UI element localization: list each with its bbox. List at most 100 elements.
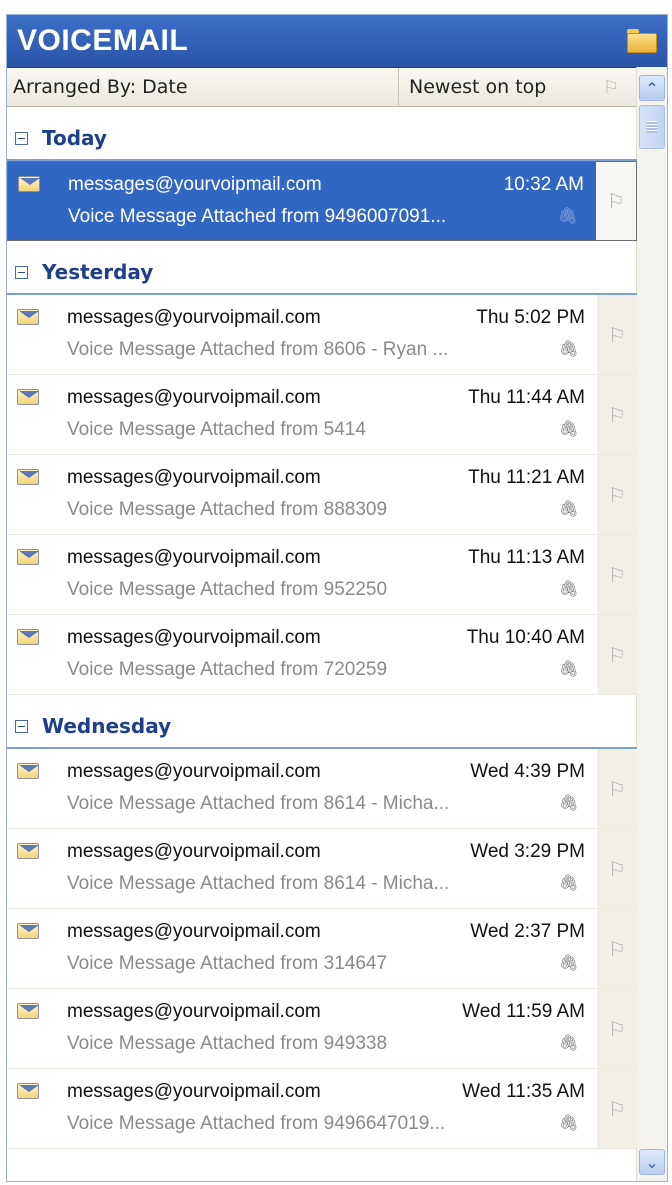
message-from: messages@yourvoipmail.com [67,467,321,488]
group-header-wednesday[interactable]: Wednesday [7,705,637,749]
vertical-scrollbar[interactable]: ⌃ ⌄ [636,67,667,1181]
message-subject: Voice Message Attached from 314647 [67,953,388,974]
message-subject: Voice Message Attached from 949338 [67,1033,388,1054]
message-subject: Voice Message Attached from 888309 [67,499,388,520]
flag-icon[interactable]: ⚐ [597,989,637,1068]
message-row[interactable]: messages@yourvoipmail.com Thu 11:13 AM V… [7,535,637,615]
attachment-icon: 🖇 [558,1113,579,1132]
title-bar: VOICEMAIL [7,15,667,68]
flag-icon[interactable]: ⚐ [597,535,637,614]
scroll-down-button[interactable]: ⌄ [639,1149,665,1175]
sort-order-label: Newest on top [409,76,547,98]
message-time: Wed 11:35 AM [462,1081,585,1102]
envelope-icon [17,923,39,939]
message-row[interactable]: messages@yourvoipmail.com Wed 3:29 PM Vo… [7,829,637,909]
group-header-yesterday[interactable]: Yesterday [7,251,637,295]
attachment-icon: 🖇 [558,1033,579,1052]
flag-icon[interactable]: ⚐ [596,162,636,240]
message-subject: Voice Message Attached from 8614 - Micha… [67,793,450,814]
folder-icon[interactable] [627,29,657,53]
flag-icon[interactable]: ⚐ [597,749,637,828]
flag-icon[interactable]: ⚐ [597,455,637,534]
message-row[interactable]: messages@yourvoipmail.com Wed 2:37 PM Vo… [7,909,637,989]
envelope-icon [17,629,39,645]
envelope-icon [17,549,39,565]
flag-icon[interactable]: ⚐ [597,909,637,988]
envelope-icon [18,176,40,192]
message-from: messages@yourvoipmail.com [67,841,321,862]
flag-icon[interactable]: ⚐ [597,1069,637,1148]
message-from: messages@yourvoipmail.com [67,761,321,782]
message-subject: Voice Message Attached from 9496007091..… [68,206,447,227]
collapse-icon[interactable] [15,719,28,733]
flag-icon[interactable]: ⚐ [597,375,637,454]
envelope-icon [17,1083,39,1099]
envelope-icon [17,309,39,325]
pane-title: VOICEMAIL [17,24,189,57]
flag-icon[interactable]: ⚐ [597,615,637,694]
message-from: messages@yourvoipmail.com [67,387,321,408]
message-row[interactable]: messages@yourvoipmail.com Thu 10:40 AM V… [7,615,637,695]
group-title: Wednesday [42,714,172,738]
attachment-icon: 🖇 [558,419,579,438]
message-row[interactable]: messages@yourvoipmail.com Thu 5:02 PM Vo… [7,295,637,375]
attachment-icon: 🖇 [558,339,579,358]
collapse-icon[interactable] [15,131,28,145]
scroll-thumb[interactable] [639,105,665,149]
envelope-icon [17,763,39,779]
message-from: messages@yourvoipmail.com [67,921,321,942]
scroll-up-button[interactable]: ⌃ [639,75,665,101]
message-row[interactable]: messages@yourvoipmail.com Thu 11:21 AM V… [7,455,637,535]
message-time: Thu 11:44 AM [468,387,585,408]
message-row[interactable]: messages@yourvoipmail.com Wed 11:59 AM V… [7,989,637,1069]
attachment-icon: 🖇 [558,499,579,518]
message-subject: Voice Message Attached from 5414 [67,419,366,440]
message-from: messages@yourvoipmail.com [67,547,321,568]
message-time: Thu 11:13 AM [468,547,585,568]
message-time: Wed 2:37 PM [470,921,585,942]
sort-order-button[interactable]: Newest on top ⚐ [399,68,667,106]
message-row[interactable]: messages@yourvoipmail.com Wed 4:39 PM Vo… [7,749,637,829]
envelope-icon [17,389,39,405]
message-from: messages@yourvoipmail.com [67,1081,321,1102]
attachment-icon: 🖇 [558,793,579,812]
message-time: Wed 4:39 PM [470,761,585,782]
group-header-today[interactable]: Today [7,117,637,161]
message-time: Thu 5:02 PM [476,307,585,328]
message-subject: Voice Message Attached from 720259 [67,659,388,680]
message-time: Thu 11:21 AM [468,467,585,488]
message-time: Wed 3:29 PM [470,841,585,862]
flag-header-icon: ⚐ [602,76,619,98]
collapse-icon[interactable] [15,265,28,279]
arrange-bar: Arranged By: Date Newest on top ⚐ [7,68,667,107]
message-from: messages@yourvoipmail.com [68,174,322,195]
attachment-icon: 🖇 [558,873,579,892]
envelope-icon [17,469,39,485]
group-title: Yesterday [42,260,154,284]
message-subject: Voice Message Attached from 8606 - Ryan … [67,339,449,360]
message-row[interactable]: messages@yourvoipmail.com Wed 11:35 AM V… [7,1069,637,1149]
message-subject: Voice Message Attached from 952250 [67,579,388,600]
attachment-icon: 🖇 [558,579,579,598]
group-title: Today [42,126,107,150]
message-time: Thu 10:40 AM [466,627,585,648]
message-subject: Voice Message Attached from 9496647019..… [67,1113,446,1134]
message-from: messages@yourvoipmail.com [67,1001,321,1022]
message-subject: Voice Message Attached from 8614 - Micha… [67,873,450,894]
message-from: messages@yourvoipmail.com [67,307,321,328]
message-list: Today messages@yourvoipmail.com 10:32 AM… [7,107,637,1181]
voicemail-pane: VOICEMAIL Arranged By: Date Newest on to… [6,14,668,1182]
message-time: 10:32 AM [503,174,584,195]
message-from: messages@yourvoipmail.com [67,627,321,648]
attachment-icon: 🖇 [558,953,579,972]
attachment-icon: 🖇 [558,659,579,678]
flag-icon[interactable]: ⚐ [597,829,637,908]
message-row[interactable]: messages@yourvoipmail.com 10:32 AM Voice… [7,161,637,241]
flag-icon[interactable]: ⚐ [597,295,637,374]
envelope-icon [17,843,39,859]
attachment-icon: 🖇 [557,206,578,225]
message-row[interactable]: messages@yourvoipmail.com Thu 11:44 AM V… [7,375,637,455]
message-time: Wed 11:59 AM [462,1001,585,1022]
envelope-icon [17,1003,39,1019]
arranged-by-button[interactable]: Arranged By: Date [7,68,399,106]
